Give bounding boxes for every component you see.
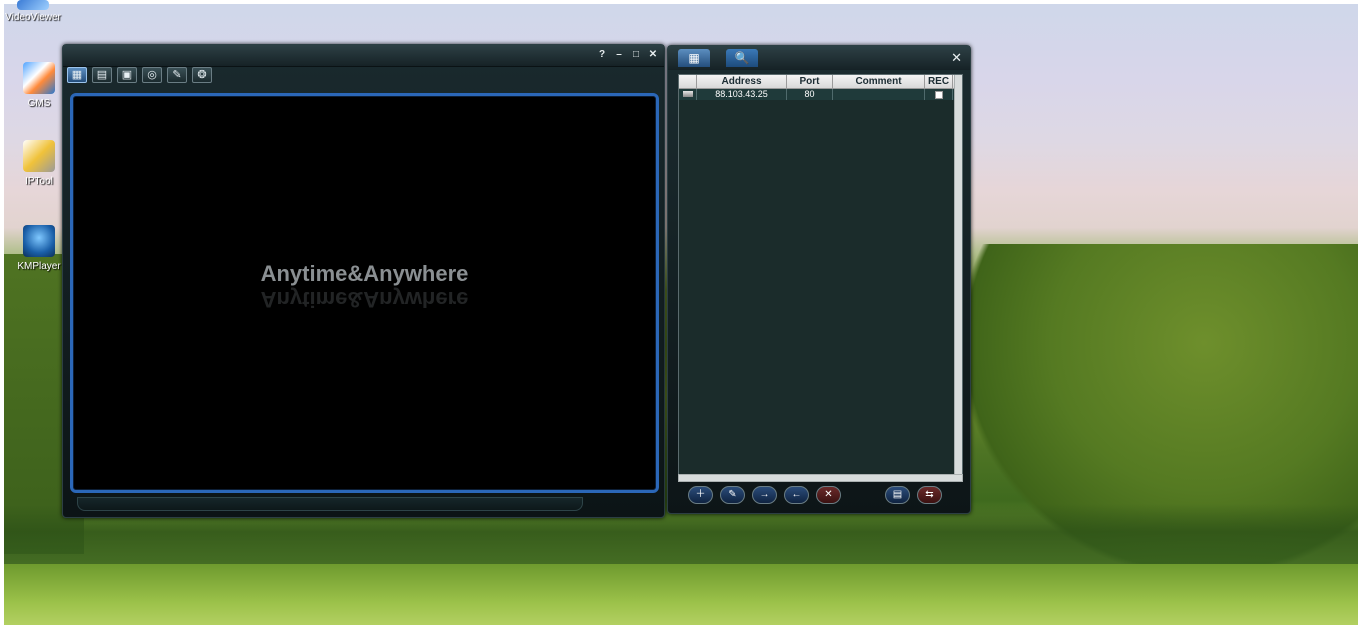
window-controls: ? – □ ✕ bbox=[595, 49, 660, 61]
settings-icon[interactable]: ❂ bbox=[192, 67, 212, 83]
address-book-actions: ＋ ✎ → ← ✕ ▤ ⇆ bbox=[688, 486, 948, 506]
video-pane[interactable]: Anytime&Anywhere Anytime&Anywhere bbox=[70, 93, 659, 493]
address-book-titlebar[interactable]: ▦ 🔍 ✕ bbox=[668, 46, 970, 70]
network-icon[interactable]: ◎ bbox=[142, 67, 162, 83]
device-icon bbox=[679, 89, 697, 100]
record-list-icon[interactable]: ▤ bbox=[92, 67, 112, 83]
add-device-button[interactable]: ＋ bbox=[688, 486, 713, 504]
horizontal-scrollbar[interactable] bbox=[678, 474, 963, 482]
address-book-window: ▦ 🔍 ✕ Address Port Comment REC 88.103.43… bbox=[667, 45, 971, 514]
disconnect-button[interactable]: ⇆ bbox=[917, 486, 942, 504]
cell-port: 80 bbox=[787, 89, 833, 100]
maximize-icon[interactable]: □ bbox=[629, 49, 643, 61]
address-book-icon[interactable]: ▦ bbox=[67, 67, 87, 83]
viewer-window: ? – □ ✕ ▦ ▤ ▣ ◎ ✎ ❂ Anytime&Anywhere Any… bbox=[62, 44, 665, 518]
tab-search[interactable]: 🔍 bbox=[726, 49, 758, 67]
videoviewer-icon bbox=[17, 0, 49, 10]
minimize-icon[interactable]: – bbox=[612, 49, 626, 61]
cell-comment bbox=[833, 89, 925, 100]
export-button[interactable]: → bbox=[752, 486, 777, 504]
edit-device-button[interactable]: ✎ bbox=[720, 486, 745, 504]
column-header-rec[interactable]: REC bbox=[925, 75, 953, 88]
import-button[interactable]: ← bbox=[784, 486, 809, 504]
list-header: Address Port Comment REC bbox=[679, 75, 962, 89]
brand-text-reflection: Anytime&Anywhere bbox=[260, 287, 469, 312]
iptool-icon bbox=[23, 140, 55, 172]
column-header-port[interactable]: Port bbox=[787, 75, 833, 88]
close-icon[interactable]: ✕ bbox=[951, 50, 962, 66]
table-row[interactable]: 88.103.43.25 80 bbox=[679, 89, 962, 100]
cell-address: 88.103.43.25 bbox=[697, 89, 787, 100]
gms-icon bbox=[23, 62, 55, 94]
delete-device-button[interactable]: ✕ bbox=[816, 486, 841, 504]
column-header-comment[interactable]: Comment bbox=[833, 75, 925, 88]
desktop-icon-label: VideoViewer bbox=[5, 12, 61, 23]
vertical-scrollbar[interactable] bbox=[954, 75, 962, 480]
desktop-icon-videoviewer[interactable]: VideoViewer bbox=[4, 0, 62, 23]
viewer-toolbar: ▦ ▤ ▣ ◎ ✎ ❂ bbox=[67, 67, 212, 87]
snapshot-icon[interactable]: ✎ bbox=[167, 67, 187, 83]
desktop-icon-gms[interactable]: GMS bbox=[10, 62, 68, 109]
close-icon[interactable]: ✕ bbox=[646, 49, 660, 61]
column-header-address[interactable]: Address bbox=[697, 75, 787, 88]
rec-checkbox[interactable] bbox=[934, 90, 943, 99]
brand-text: Anytime&Anywhere bbox=[260, 261, 469, 286]
desktop-icon-label: IPTool bbox=[25, 176, 53, 187]
playback-icon[interactable]: ▣ bbox=[117, 67, 137, 83]
help-icon[interactable]: ? bbox=[595, 49, 609, 61]
viewer-titlebar[interactable]: ? – □ ✕ bbox=[63, 45, 664, 67]
wallpaper-meadow bbox=[4, 564, 1358, 625]
desktop-icon-label: GMS bbox=[27, 98, 51, 109]
desktop-icon-kmplayer[interactable]: KMPlayer bbox=[10, 225, 68, 272]
connect-button[interactable]: ▤ bbox=[885, 486, 910, 504]
desktop-icon-iptool[interactable]: IPTool bbox=[10, 140, 68, 187]
address-list: Address Port Comment REC 88.103.43.25 80 bbox=[678, 74, 963, 480]
cell-rec bbox=[925, 89, 953, 100]
tab-address-book[interactable]: ▦ bbox=[678, 49, 710, 67]
desktop-icon-label: KMPlayer bbox=[17, 261, 61, 272]
kmplayer-icon bbox=[23, 225, 55, 257]
viewer-bottom-bar bbox=[77, 497, 583, 511]
column-header-icon bbox=[679, 75, 697, 88]
